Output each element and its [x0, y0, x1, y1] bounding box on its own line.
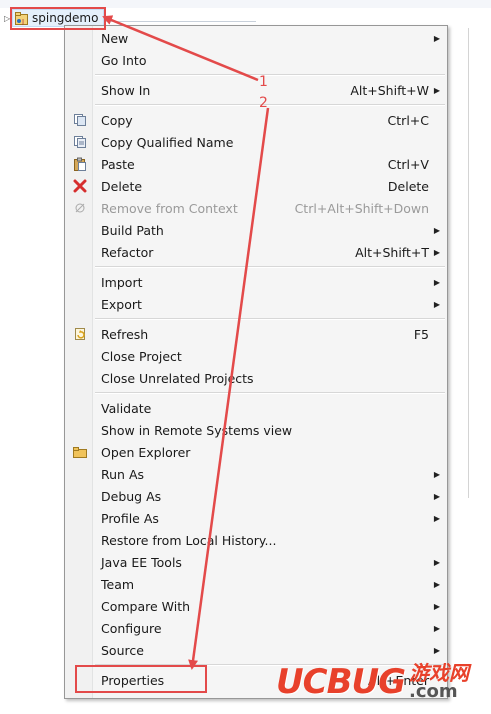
menu-item-label: New — [101, 30, 129, 46]
refresh-icon — [73, 327, 87, 341]
menu-item-shortcut: Ctrl+V — [387, 156, 429, 172]
submenu-arrow-icon: ▶ — [433, 469, 440, 479]
menu-item-label: Close Unrelated Projects — [101, 370, 254, 386]
menu-item-configure[interactable]: Configure ▶ — [65, 617, 447, 639]
submenu-arrow-icon: ▶ — [433, 623, 440, 633]
menu-item-label: Configure — [101, 620, 162, 636]
submenu-arrow-icon: ▶ — [433, 277, 440, 287]
remove-from-context-icon — [73, 201, 87, 215]
watermark-domain: .com — [409, 681, 458, 702]
watermark-brand-uc: UC — [276, 662, 328, 702]
menu-item-label: Refactor — [101, 244, 154, 260]
menu-item-label: Build Path — [101, 222, 164, 238]
menu-item-show-in-remote-systems-view[interactable]: Show in Remote Systems view — [65, 419, 447, 441]
menu-item-close-unrelated-projects[interactable]: Close Unrelated Projects — [65, 367, 447, 389]
menu-item-label: Profile As — [101, 510, 159, 526]
menu-item-label: Restore from Local History... — [101, 532, 277, 548]
menu-item-java-ee-tools[interactable]: Java EE Tools ▶ — [65, 551, 447, 573]
menu-item-open-explorer[interactable]: Open Explorer — [65, 441, 447, 463]
menu-item-show-in[interactable]: Show In Alt+Shift+W ▶ — [65, 79, 447, 101]
view-border — [468, 28, 469, 498]
submenu-arrow-icon: ▶ — [433, 491, 440, 501]
folder-icon — [73, 445, 87, 459]
menu-item-new[interactable]: New ▶ — [65, 27, 447, 49]
menu-item-label: Team — [101, 576, 135, 592]
menu-item-label: Run As — [101, 466, 145, 482]
menu-item-validate[interactable]: Validate — [65, 397, 447, 419]
watermark-brand: UCBUG — [276, 662, 406, 702]
menu-item-run-as[interactable]: Run As ▶ — [65, 463, 447, 485]
menu-item-remove-from-context[interactable]: Remove from Context Ctrl+Alt+Shift+Down — [65, 197, 447, 219]
menu-item-label: Export — [101, 296, 142, 312]
menu-item-label: Debug As — [101, 488, 162, 504]
menu-separator — [95, 74, 445, 76]
copy-qualified-name-icon — [73, 135, 87, 149]
menu-item-label: Paste — [101, 156, 135, 172]
submenu-arrow-icon: ▶ — [433, 33, 440, 43]
menu-item-restore-from-local-history[interactable]: Restore from Local History... — [65, 529, 447, 551]
paste-icon — [73, 157, 87, 171]
watermark-right: 游戏网 .com — [409, 663, 469, 701]
menu-item-build-path[interactable]: Build Path ▶ — [65, 219, 447, 241]
menu-item-label: Remove from Context — [101, 200, 238, 216]
delete-icon — [73, 179, 87, 193]
annotation-box-properties — [75, 665, 207, 693]
menu-item-close-project[interactable]: Close Project — [65, 345, 447, 367]
menu-item-label: Copy — [101, 112, 133, 128]
submenu-arrow-icon: ▶ — [433, 299, 440, 309]
menu-item-shortcut: Ctrl+C — [387, 112, 429, 128]
menu-item-label: Source — [101, 642, 144, 658]
menu-item-shortcut: F5 — [413, 326, 429, 342]
menu-item-label: Show in Remote Systems view — [101, 422, 293, 438]
menu-item-debug-as[interactable]: Debug As ▶ — [65, 485, 447, 507]
menu-item-refactor[interactable]: Refactor Alt+Shift+T ▶ — [65, 241, 447, 263]
menu-item-shortcut: Alt+Shift+W — [350, 82, 429, 98]
menu-item-label: Delete — [101, 178, 143, 194]
menu-item-label: Validate — [101, 400, 152, 416]
menu-item-label: Refresh — [101, 326, 149, 342]
submenu-arrow-icon: ▶ — [433, 579, 440, 589]
menu-item-export[interactable]: Export ▶ — [65, 293, 447, 315]
menu-separator — [95, 392, 445, 394]
submenu-arrow-icon: ▶ — [433, 247, 440, 257]
menu-item-label: Go Into — [101, 52, 147, 68]
submenu-arrow-icon: ▶ — [433, 601, 440, 611]
menu-item-profile-as[interactable]: Profile As ▶ — [65, 507, 447, 529]
watermark-logo: UCBUG 游戏网 .com — [276, 654, 486, 710]
menu-item-copy[interactable]: Copy Ctrl+C — [65, 109, 447, 131]
menu-item-copy-qualified-name[interactable]: Copy Qualified Name — [65, 131, 447, 153]
menu-item-label: Open Explorer — [101, 444, 191, 460]
menu-item-shortcut: Ctrl+Alt+Shift+Down — [294, 200, 429, 216]
menu-item-shortcut: Delete — [387, 178, 429, 194]
submenu-arrow-icon: ▶ — [433, 85, 440, 95]
menu-item-label: Import — [101, 274, 143, 290]
menu-separator — [95, 318, 445, 320]
submenu-arrow-icon: ▶ — [433, 513, 440, 523]
menu-separator — [95, 266, 445, 268]
menu-item-paste[interactable]: Paste Ctrl+V — [65, 153, 447, 175]
menu-item-team[interactable]: Team ▶ — [65, 573, 447, 595]
context-menu: New ▶ Go Into Show In Alt+Shift+W ▶ Copy Ctrl+C… — [64, 25, 448, 699]
annotation-box-project — [10, 7, 106, 30]
menu-separator — [95, 104, 445, 106]
menu-item-label: Show In — [101, 82, 151, 98]
menu-item-label: Close Project — [101, 348, 182, 364]
menu-item-delete[interactable]: Delete Delete — [65, 175, 447, 197]
menu-item-shortcut: Alt+Shift+T — [355, 244, 429, 260]
menu-item-label: Java EE Tools — [101, 554, 182, 570]
menu-item-label: Copy Qualified Name — [101, 134, 234, 150]
watermark-cn: 游戏网 — [409, 661, 469, 685]
copy-icon — [73, 113, 87, 127]
menu-item-compare-with[interactable]: Compare With ▶ — [65, 595, 447, 617]
menu-item-refresh[interactable]: Refresh F5 — [65, 323, 447, 345]
menu-item-import[interactable]: Import ▶ — [65, 271, 447, 293]
menu-item-label: Compare With — [101, 598, 191, 614]
watermark-brand-bug: BUG — [326, 662, 406, 702]
submenu-arrow-icon: ▶ — [433, 225, 440, 235]
submenu-arrow-icon: ▶ — [433, 557, 440, 567]
menu-item-go-into[interactable]: Go Into — [65, 49, 447, 71]
